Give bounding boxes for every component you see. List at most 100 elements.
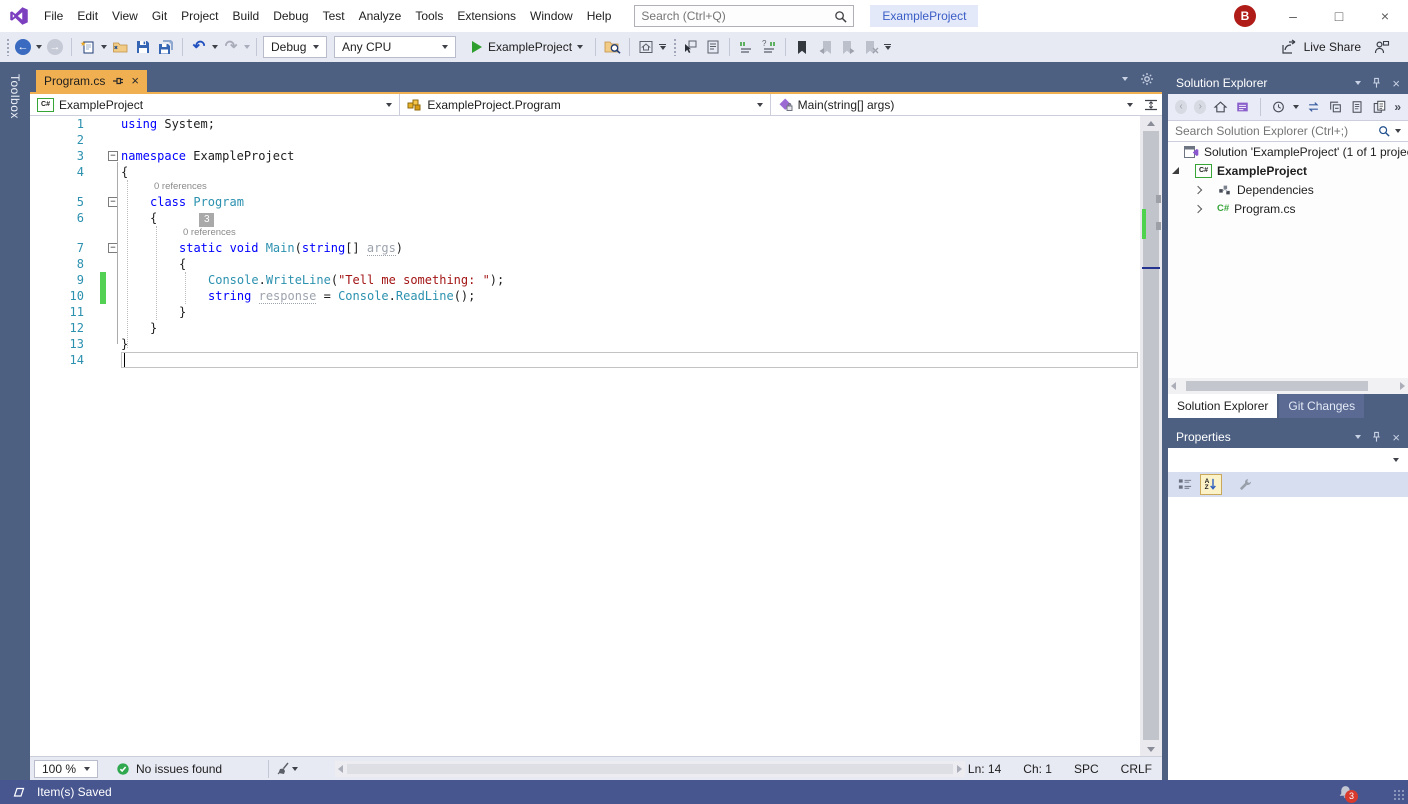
quick-search-box[interactable] (634, 5, 854, 27)
filter-caret[interactable] (1293, 105, 1299, 109)
code-line-14[interactable]: 14 (30, 352, 1140, 368)
vertical-scrollbar[interactable] (1140, 116, 1162, 756)
save-button[interactable] (133, 35, 153, 59)
text-editor-toolbar-grip[interactable] (673, 38, 677, 56)
member-list-button[interactable] (703, 35, 723, 59)
start-debugging-button[interactable]: ExampleProject (465, 35, 589, 59)
forward-icon[interactable]: › (1194, 100, 1206, 114)
switch-views-icon[interactable] (1235, 100, 1250, 114)
next-bookmark-button[interactable] (838, 35, 858, 59)
home-window-button[interactable] (636, 35, 656, 59)
maximize-button[interactable]: □ (1316, 0, 1362, 32)
code-cleanup-caret[interactable] (292, 767, 298, 771)
close-panel-icon[interactable]: × (1392, 76, 1400, 91)
open-file-button[interactable] (110, 35, 130, 59)
toolbar-options-button[interactable] (659, 44, 666, 50)
solution-explorer-header[interactable]: Solution Explorer × (1168, 72, 1408, 94)
editor-options-gear-icon[interactable] (1140, 72, 1154, 86)
close-panel-icon[interactable]: × (1392, 430, 1400, 445)
tab-program-cs[interactable]: Program.cs × (36, 70, 147, 92)
menu-window[interactable]: Window (523, 4, 580, 28)
live-share-button[interactable]: Live Share (1279, 35, 1363, 59)
code-line-10[interactable]: 10string response = Console.ReadLine(); (30, 288, 1140, 304)
line-number[interactable]: 10 (30, 288, 100, 304)
home-icon[interactable] (1213, 100, 1228, 114)
line-ending-indicator[interactable]: CRLF (1121, 762, 1152, 776)
horizontal-scrollbar[interactable] (335, 761, 965, 777)
feedback-button[interactable] (1371, 35, 1392, 59)
scroll-up-arrow[interactable] (1140, 116, 1162, 130)
toggle-bookmark-button[interactable] (792, 35, 812, 59)
menu-analyze[interactable]: Analyze (352, 4, 409, 28)
find-in-files-button[interactable] (602, 35, 623, 59)
properties-object-combo[interactable] (1168, 448, 1408, 472)
menu-extensions[interactable]: Extensions (450, 4, 523, 28)
solution-configuration-combo[interactable]: Debug (263, 36, 327, 58)
properties-header[interactable]: Properties × (1168, 426, 1408, 448)
pin-icon[interactable] (1371, 431, 1382, 443)
toolbar-overflow-icon[interactable]: » (1394, 100, 1401, 114)
save-all-button[interactable] (156, 35, 176, 59)
menu-file[interactable]: File (37, 4, 70, 28)
line-number[interactable]: 2 (30, 132, 100, 148)
feedback-project-chip[interactable]: ExampleProject (870, 5, 978, 27)
preview-selected-items-icon[interactable] (1372, 100, 1387, 114)
line-number[interactable]: 12 (30, 320, 100, 336)
back-icon[interactable]: ‹ (1175, 100, 1187, 114)
code-editor[interactable]: 1using System;23−namespace ExampleProjec… (30, 116, 1140, 756)
menu-git[interactable]: Git (145, 4, 174, 28)
split-window-button[interactable] (1140, 94, 1162, 115)
hscroll-thumb[interactable] (347, 764, 953, 774)
code-cleanup-button[interactable] (272, 757, 292, 781)
menu-view[interactable]: View (105, 4, 145, 28)
expander-collapsed-icon[interactable] (1194, 204, 1202, 212)
scroll-right-arrow[interactable] (1400, 382, 1405, 390)
menu-test[interactable]: Test (316, 4, 352, 28)
menu-debug[interactable]: Debug (266, 4, 315, 28)
comment-lines-button[interactable] (736, 35, 756, 59)
collapse-all-icon[interactable] (1328, 100, 1343, 114)
tree-item-dependencies[interactable]: Dependencies (1168, 180, 1408, 199)
code-line-13[interactable]: 13} (30, 336, 1140, 352)
navigate-backward-button[interactable]: ← (13, 35, 33, 59)
new-project-caret[interactable] (101, 45, 107, 49)
tree-item-exampleproject[interactable]: C#ExampleProject (1168, 161, 1408, 180)
close-tab-icon[interactable]: × (131, 75, 139, 87)
code-line-7[interactable]: 7−static void Main(string[] args) (30, 240, 1140, 256)
window-position-caret[interactable] (1355, 81, 1361, 85)
redo-button[interactable]: ↷ (221, 35, 241, 59)
undo-button[interactable]: ↶ (189, 35, 209, 59)
navbar-type-dropdown[interactable]: ExampleProject.Program (400, 94, 770, 115)
search-input[interactable] (641, 9, 834, 23)
line-number[interactable]: 7 (30, 240, 100, 256)
scroll-left-arrow[interactable] (338, 765, 343, 773)
navigate-backward-caret[interactable] (36, 45, 42, 49)
solution-explorer-hscroll[interactable] (1168, 378, 1408, 394)
tree-item-solution-exampleproject-1-of-1[interactable]: Solution 'ExampleProject' (1 of 1 projec… (1168, 142, 1408, 161)
clear-bookmarks-button[interactable] (861, 35, 881, 59)
navbar-project-dropdown[interactable]: C# ExampleProject (30, 94, 400, 115)
navbar-member-dropdown[interactable]: Main(string[] args) (771, 94, 1140, 115)
codelens-references[interactable]: 0 references (30, 180, 1140, 194)
code-line-9[interactable]: 9Console.WriteLine("Tell me something: "… (30, 272, 1140, 288)
scroll-left-arrow[interactable] (1171, 382, 1176, 390)
zoom-level-combo[interactable]: 100 % (34, 760, 98, 778)
panel-tab-git-changes[interactable]: Git Changes (1279, 394, 1364, 418)
code-line-1[interactable]: 1using System; (30, 116, 1140, 132)
uncomment-lines-button[interactable]: ? (759, 35, 779, 59)
close-button[interactable]: × (1362, 0, 1408, 32)
sync-active-document-icon[interactable] (1306, 100, 1321, 114)
categorized-button[interactable] (1174, 474, 1196, 495)
toolbar-grip[interactable] (6, 38, 10, 56)
line-number[interactable]: 5 (30, 194, 100, 210)
code-line-8[interactable]: 8{ (30, 256, 1140, 272)
scroll-right-arrow[interactable] (957, 765, 962, 773)
menu-build[interactable]: Build (226, 4, 267, 28)
line-number[interactable]: 1 (30, 116, 100, 132)
code-line-11[interactable]: 11} (30, 304, 1140, 320)
tree-item-program-cs[interactable]: C#Program.cs (1168, 199, 1408, 218)
hscroll-thumb[interactable] (1186, 381, 1368, 391)
codelens-references[interactable]: 0 references (30, 226, 1140, 240)
bookmark-options-button[interactable] (884, 44, 891, 50)
navigate-to-button[interactable] (680, 35, 700, 59)
